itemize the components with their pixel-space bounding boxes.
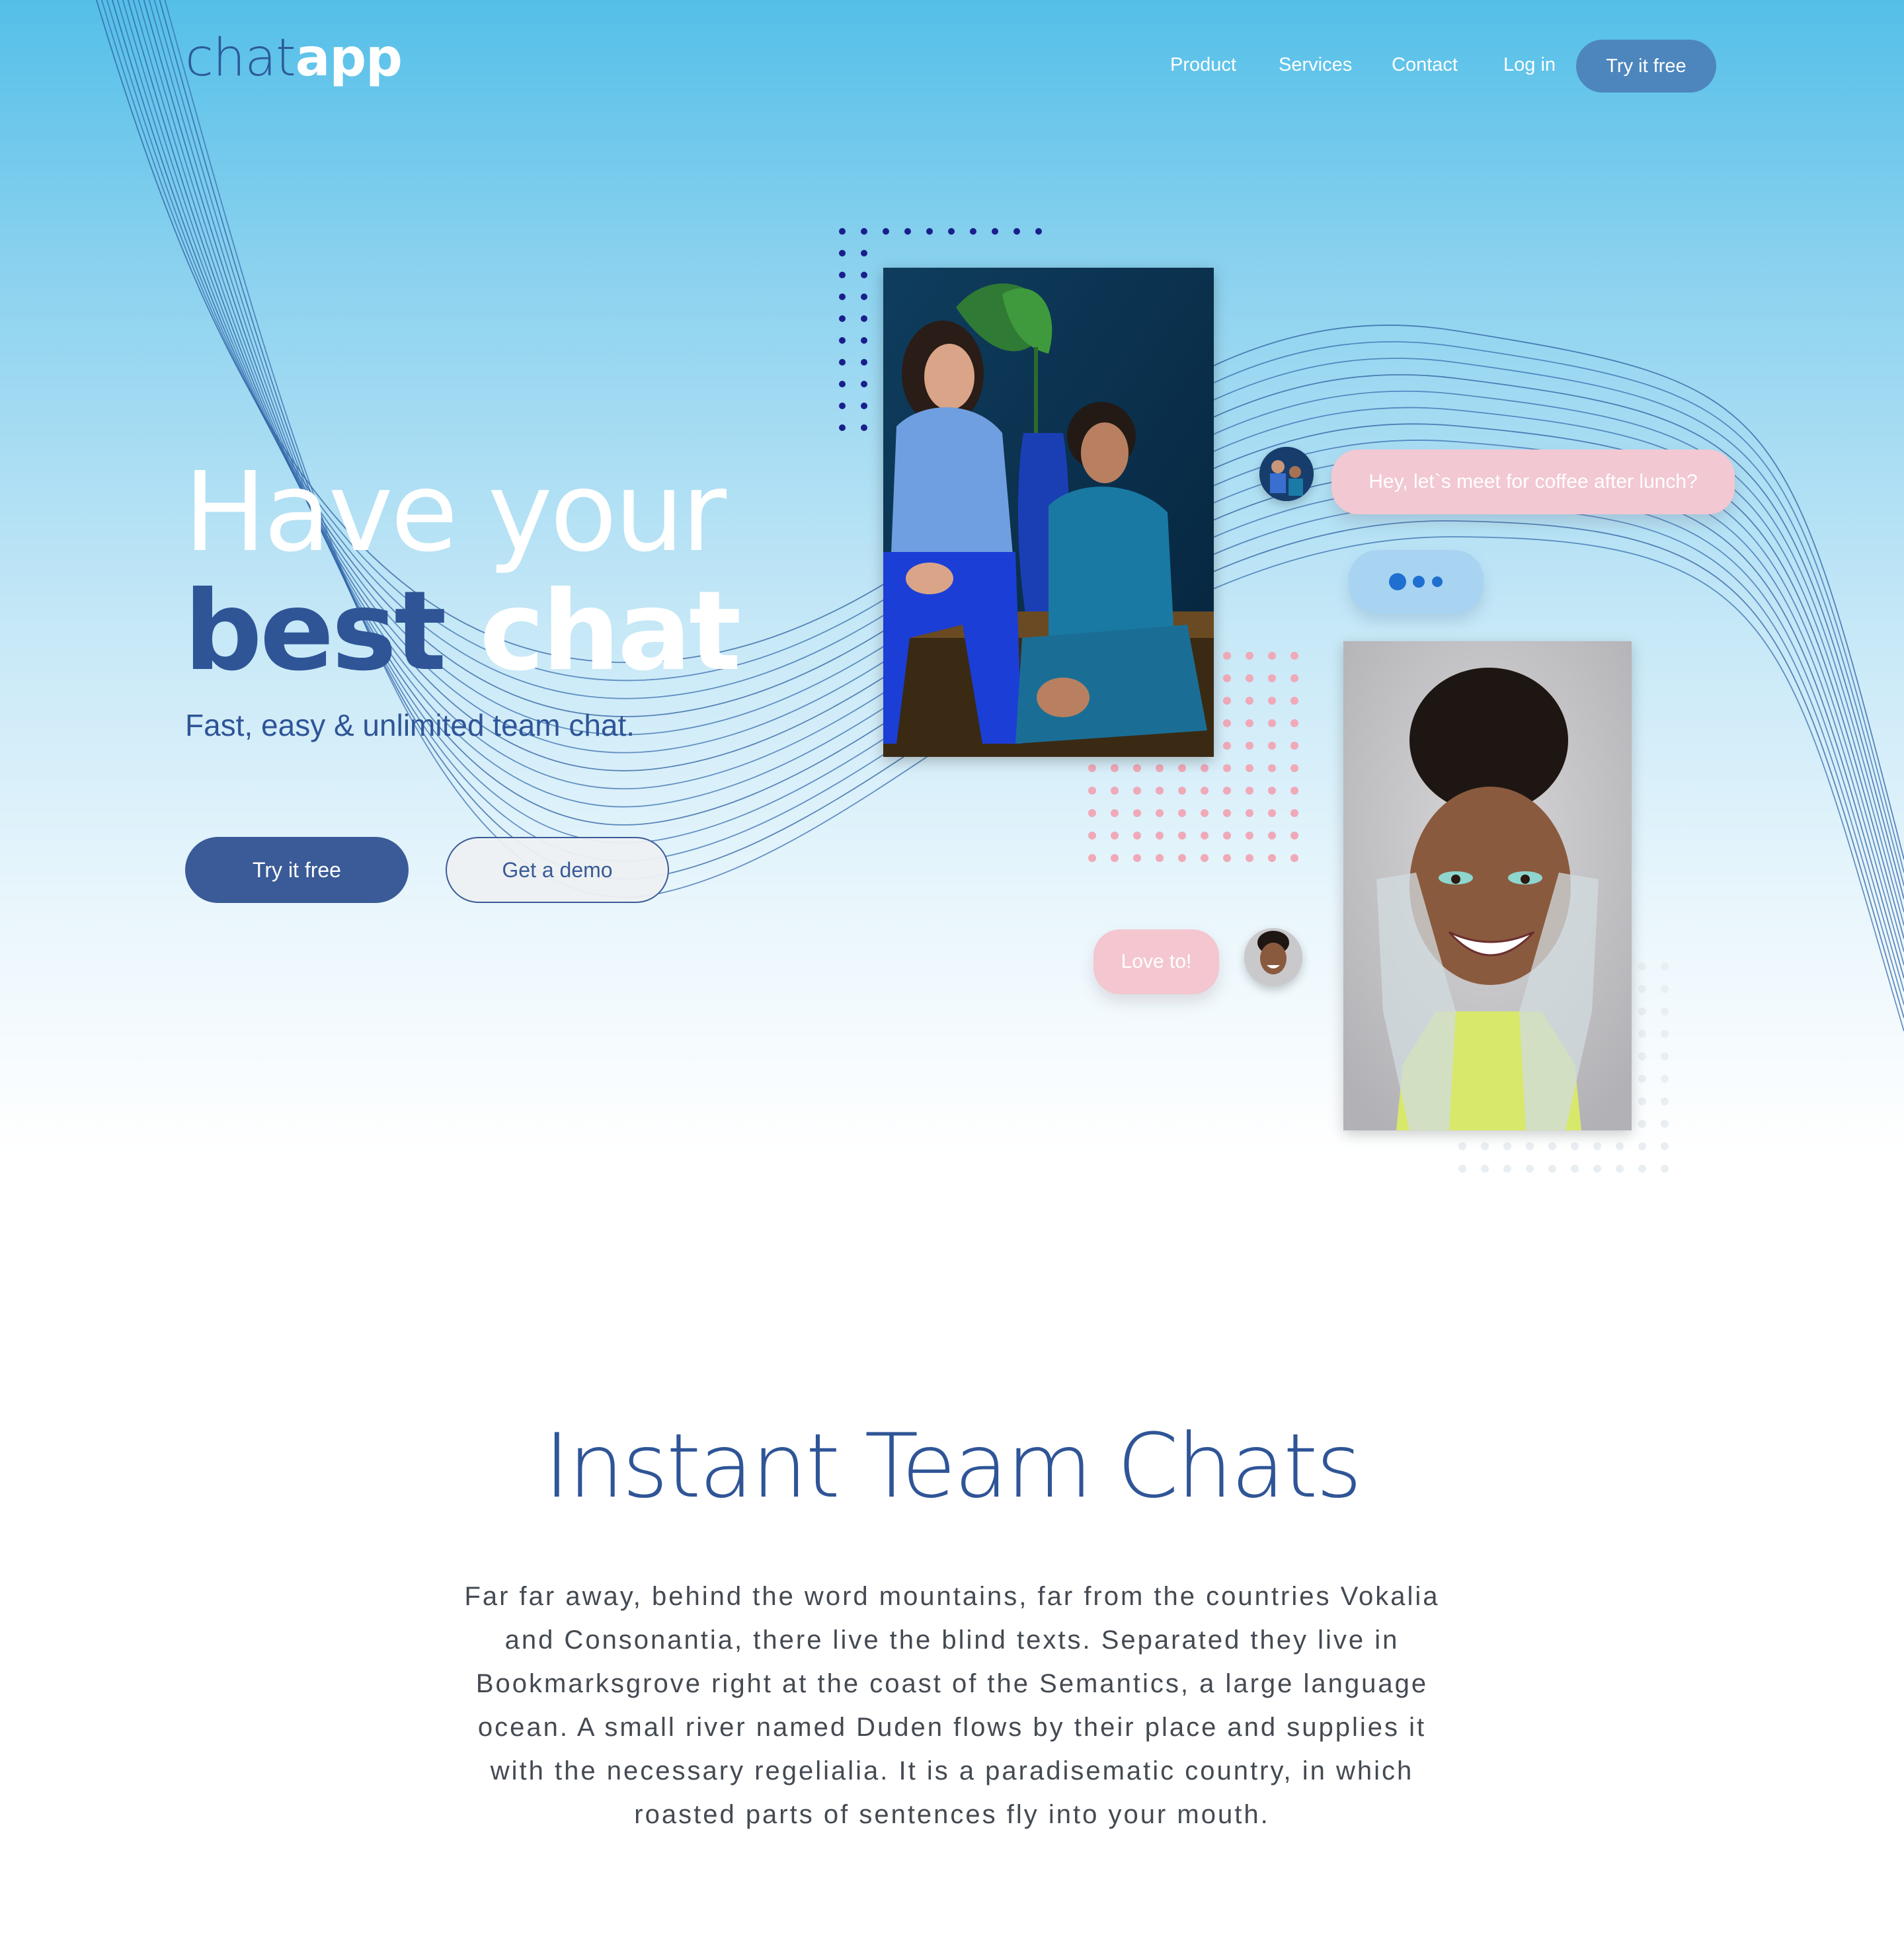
- hero-title-chat: chat: [479, 568, 741, 695]
- logo-part-app: app: [295, 28, 403, 88]
- nav-contact-link[interactable]: Contact: [1392, 38, 1458, 91]
- avatar-women[interactable]: [1259, 447, 1314, 501]
- avatar-smiling-woman[interactable]: [1244, 928, 1302, 986]
- section-title: Instant Team Chats: [543, 1415, 1363, 1518]
- chat-bubble-message-1: Hey, let`s meet for coffee after lunch?: [1331, 450, 1735, 514]
- landing-page: chatapp Product Services Contact Log in …: [0, 0, 1904, 1960]
- photo-smiling-woman: [1343, 641, 1632, 1130]
- main-navigation: Product Services Contact Log in Try it f…: [1124, 38, 1719, 93]
- hero-try-free-button[interactable]: Try it free: [185, 837, 409, 903]
- nav-login-link[interactable]: Log in: [1503, 38, 1556, 91]
- chat-bubble-message-2: Love to!: [1093, 929, 1219, 994]
- chatapp-logo[interactable]: chatapp: [185, 25, 403, 91]
- typing-indicator-bubble: [1349, 550, 1484, 613]
- hero-title: Have your best chat: [184, 449, 741, 691]
- nav-try-free-button[interactable]: Try it free: [1576, 40, 1716, 93]
- hero-get-demo-button[interactable]: Get a demo: [446, 837, 669, 903]
- nav-services-link[interactable]: Services: [1279, 38, 1352, 91]
- hero-title-best: best: [184, 568, 447, 695]
- section-body-text: Far far away, behind the word mountains,…: [464, 1582, 1440, 1829]
- photo-two-women-chatting: [883, 268, 1214, 757]
- nav-product-link[interactable]: Product: [1170, 38, 1236, 91]
- logo-part-chat: chat: [185, 28, 296, 88]
- hero-title-line1: Have your: [184, 449, 727, 576]
- hero-subtitle: Fast, easy & unlimited team chat.: [185, 708, 635, 742]
